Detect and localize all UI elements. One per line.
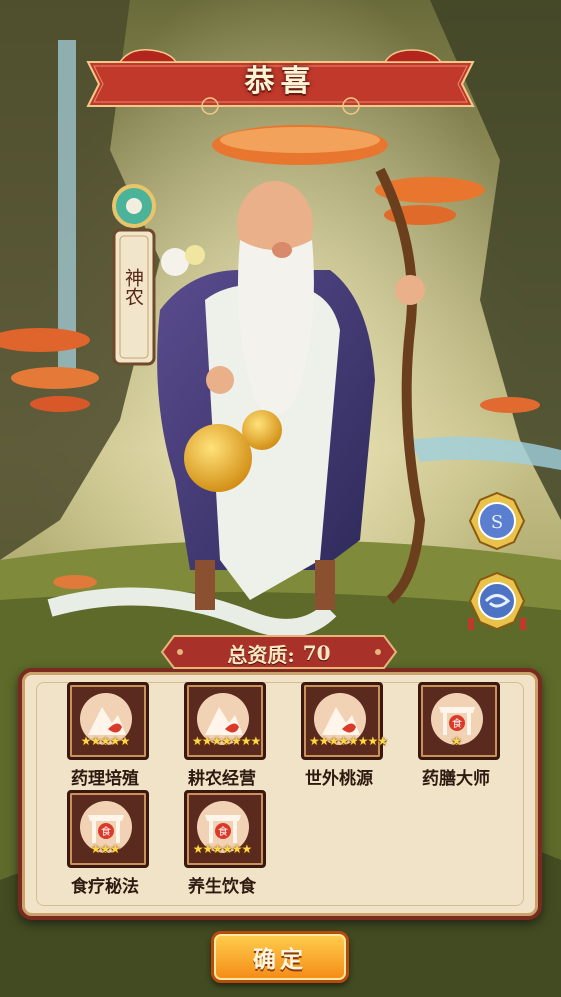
total-aptitude-label: 总资质: [227,642,295,667]
skill-card[interactable]: ★★★★★★★ 耕农经营 [172,682,272,792]
svg-text:食: 食 [452,717,462,730]
total-aptitude-value: 70 [302,641,331,665]
skill-stars: ★★★★★★★★ [309,734,388,748]
skill-stars: ★★★★★ [80,734,131,748]
hero-name: 神农 [122,268,144,306]
skill-card[interactable]: 食 ★ 药膳大师 [406,682,506,792]
skill-swap-button[interactable]: S [466,490,528,552]
skill-stars: ★ [451,734,462,748]
skill-card[interactable]: ★★★★★★★★ 世外桃源 [289,682,389,792]
spirit-swirl-button[interactable] [466,570,528,632]
food-stall-icon: 食 [184,790,266,868]
herb-mountain-icon [301,682,383,760]
dialog-title: 恭喜 [244,64,317,99]
svg-text:食: 食 [218,825,228,838]
confirm-button[interactable]: 确定 [211,931,349,983]
herb-mountain-icon [67,682,149,760]
skill-card[interactable]: 食 ★★★ 食疗秘法 [55,790,155,900]
skill-name: 耕农经营 [188,769,256,789]
skill-name: 药理培殖 [71,769,139,789]
skill-stars: ★★★ [90,842,120,856]
skill-name: 世外桃源 [305,769,373,789]
skill-name: 养生饮食 [188,877,256,897]
food-stall-icon: 食 [67,790,149,868]
total-aptitude: 总资质: 70 [160,636,398,670]
food-stall-icon: 食 [418,682,500,760]
swirl-icon [468,571,526,631]
svg-text:食: 食 [101,825,111,838]
skill-stars: ★★★★★★★ [192,734,261,748]
skill-name: 食疗秘法 [71,877,139,897]
skill-card[interactable]: 食 ★★★★★★ 养生饮食 [172,790,272,900]
skill-stars: ★★★★★★ [192,842,253,856]
skill-name: 药膳大师 [422,769,490,789]
herb-mountain-icon [184,682,266,760]
skill-card[interactable]: ★★★★★ 药理培殖 [55,682,155,792]
svg-text:S: S [491,512,503,533]
rune-icon: S [468,491,526,551]
